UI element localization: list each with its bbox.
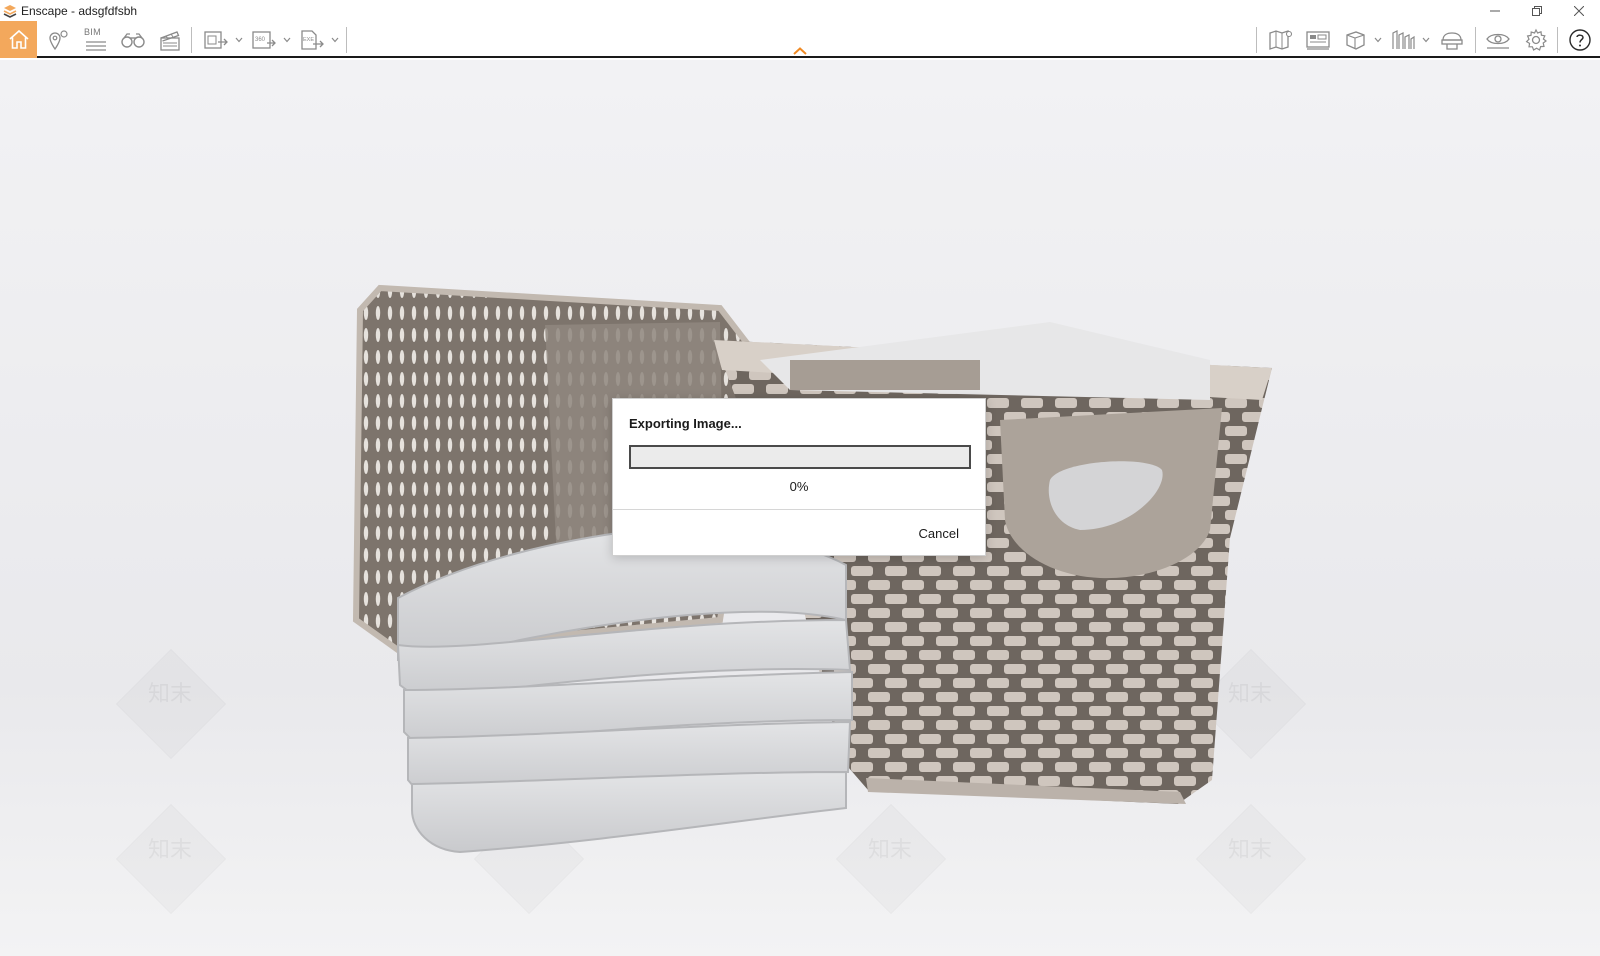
progress-bar <box>629 445 971 469</box>
help-icon <box>1569 28 1591 51</box>
restore-button[interactable] <box>1516 0 1558 21</box>
screenshot-button[interactable] <box>201 21 231 58</box>
dialog-title: Exporting Image... <box>629 416 742 431</box>
visibility-button[interactable] <box>1480 21 1516 58</box>
minimize-button[interactable] <box>1474 0 1516 21</box>
render-viewport[interactable]: 知末 知末 知末 知末 知末 Exporting Image... 0% Can… <box>0 60 1600 956</box>
main-toolbar: BIM 360 EXE <box>0 21 1600 58</box>
toolbar-separator <box>1557 27 1558 53</box>
settings-button[interactable] <box>1518 21 1554 58</box>
eye-icon <box>1486 33 1510 49</box>
exe-export-icon: EXE <box>301 29 324 50</box>
toolbar-separator <box>346 27 347 53</box>
views-button[interactable] <box>40 21 76 58</box>
window-controls <box>1474 0 1600 21</box>
svg-text:EXE: EXE <box>303 37 314 43</box>
window-title: Enscape - adsgfdfsbh <box>21 3 138 18</box>
chevron-down-icon <box>1422 37 1430 42</box>
help-button[interactable] <box>1562 21 1598 58</box>
cube-view-dropdown[interactable] <box>1372 21 1384 58</box>
section-button[interactable] <box>1388 21 1418 58</box>
bim-button[interactable]: BIM <box>78 21 114 58</box>
toolbar-separator <box>1256 27 1257 53</box>
chevron-down-icon <box>235 37 243 42</box>
section-icon <box>1392 29 1415 49</box>
export-progress-dialog: Exporting Image... 0% Cancel <box>612 398 986 556</box>
svg-text:360: 360 <box>255 37 266 43</box>
chevron-up-icon <box>793 47 807 55</box>
panorama-360-icon: 360 <box>252 30 276 49</box>
section-dropdown[interactable] <box>1420 21 1432 58</box>
chevron-down-icon <box>1374 37 1382 42</box>
collapse-toolbar-button[interactable] <box>789 44 811 58</box>
settings-gear-icon <box>1525 28 1548 51</box>
screenshot-export-icon <box>204 30 228 49</box>
close-button[interactable] <box>1558 0 1600 21</box>
hat-button[interactable] <box>1434 21 1470 58</box>
panorama-button[interactable]: 360 <box>249 21 279 58</box>
toolbar-separator <box>191 27 192 53</box>
bim-label: BIM <box>84 27 101 37</box>
asset-library-button[interactable] <box>1300 21 1336 58</box>
hat-icon <box>1441 31 1463 50</box>
title-bar: Enscape - adsgfdfsbh <box>0 0 1600 21</box>
dialog-divider <box>613 509 985 510</box>
enscape-logo-icon <box>3 4 17 18</box>
binoculars-icon <box>121 32 145 48</box>
progress-percent: 0% <box>789 479 809 494</box>
screenshot-dropdown[interactable] <box>233 21 245 58</box>
asset-library-icon <box>1306 30 1330 50</box>
location-pin-icon <box>49 29 68 50</box>
home-button[interactable] <box>0 21 37 58</box>
video-editor-button[interactable] <box>152 21 188 58</box>
map-icon <box>1269 29 1293 50</box>
toolbar-separator <box>1475 27 1476 53</box>
chevron-down-icon <box>283 37 291 42</box>
towel-stack <box>396 528 853 854</box>
binoculars-button[interactable] <box>115 21 151 58</box>
cube-view-button[interactable] <box>1340 21 1370 58</box>
exe-export-dropdown[interactable] <box>329 21 341 58</box>
map-button[interactable] <box>1263 21 1299 58</box>
cube-view-icon <box>1346 30 1365 50</box>
panorama-dropdown[interactable] <box>281 21 293 58</box>
cancel-button[interactable]: Cancel <box>919 526 959 541</box>
exe-export-button[interactable]: EXE <box>297 21 327 58</box>
chevron-down-icon <box>331 37 339 42</box>
home-icon <box>8 29 29 49</box>
clapperboard-icon <box>160 30 180 51</box>
